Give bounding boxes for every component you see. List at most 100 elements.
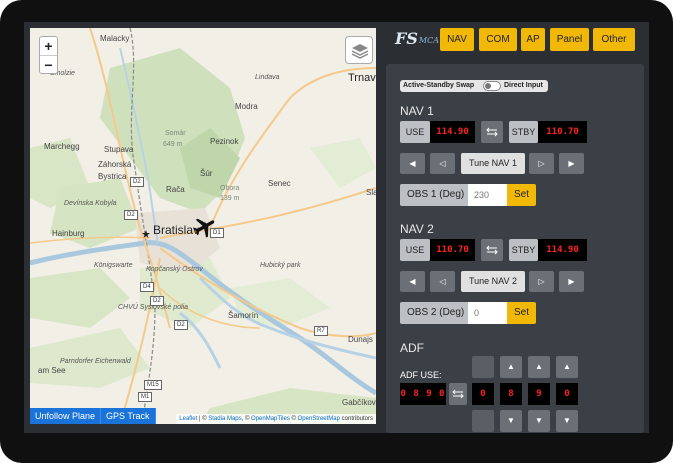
map-label: Kopčanský Ostrov [146,266,203,273]
obs2-set-button[interactable]: Set [507,302,536,324]
gps-track-button[interactable]: GPS Track [101,408,156,424]
map-label: Šamorín [228,311,259,320]
map-label: Stupava [104,145,134,154]
map-label: Rača [166,185,185,194]
road-shield: D2 [150,296,164,306]
tab-nav[interactable]: NAV [440,28,474,51]
map-label: Parndorfer Eichenwald [60,358,131,365]
tune-nav1-button[interactable]: Tune NAV 1 [461,153,525,174]
openmaptiles-link[interactable]: OpenMapTiles [251,416,290,422]
map-label: Modra [235,102,258,111]
triangle-left-outline-icon: ◁ [439,277,446,286]
city-star-icon [142,230,150,238]
adf-swap-button[interactable] [449,383,467,405]
map-label: Šúr [200,169,213,178]
adf-use-label: ADF USE: [400,370,442,380]
map-label: Lindava [255,74,280,81]
obs1-input[interactable] [468,184,507,206]
radio-panel: FSMCA NAV COM AP Panel Other Active-Stan… [383,22,649,433]
map-label: Gabčíkov [342,398,376,407]
map-label: Sla [366,188,376,197]
tab-ap[interactable]: AP [521,28,545,51]
stadia-link[interactable]: Stadia Maps [208,416,241,422]
active-standby-label: Active-Standby Swap [403,82,475,89]
nav1-next-fast-button[interactable]: ▶ [559,153,584,174]
mode-toggle[interactable] [483,81,501,91]
map-label: Senec [268,179,291,188]
nav1-use-label: USE [400,121,430,143]
leaflet-link[interactable]: Leaflet [179,416,197,422]
nav1-prev-button[interactable]: ◁ [430,153,455,174]
swap-arrows-icon [486,127,498,137]
road-shield: D2 [124,210,138,220]
adf-digit2-down-button[interactable]: ▼ [528,410,550,432]
triangle-left-icon: ◀ [409,159,416,168]
adf-digit3-down-button[interactable]: ▼ [556,410,578,432]
nav1-title: NAV 1 [400,104,434,118]
map-label: am See [38,366,66,375]
zoom-in-button[interactable]: + [40,37,57,55]
device-frame: Malacky Trnav Smolzie Lindava Modra Somá… [0,0,673,463]
map-view[interactable]: Malacky Trnav Smolzie Lindava Modra Somá… [30,28,376,424]
triangle-up-icon: ▲ [563,362,571,371]
adf-digit2-up-button[interactable]: ▲ [528,356,550,378]
nav1-stby-display: 110.70 [538,121,587,143]
zoom-out-button[interactable]: − [40,55,57,73]
adf-title: ADF [400,341,424,355]
triangle-up-icon: ▲ [535,362,543,371]
osm-link[interactable]: OpenStreetMap [298,416,340,422]
radio-content: Active-Standby Swap Direct Input NAV 1 U… [386,64,644,433]
nav1-swap-button[interactable] [481,121,503,143]
road-shield: D2 [174,320,188,330]
nav2-swap-button[interactable] [481,239,503,261]
nav2-next-button[interactable]: ▷ [529,271,554,292]
obs2-label: OBS 2 (Deg) [400,302,468,324]
tune-nav2-button[interactable]: Tune NAV 2 [461,271,525,292]
nav2-stby-label: STBY [509,239,538,261]
map-label: Trnav [348,72,376,84]
road-shield: M1 [138,392,153,402]
swap-arrows-icon [452,389,464,399]
tab-panel[interactable]: Panel [550,28,589,51]
nav2-title: NAV 2 [400,222,434,236]
map-label: Somár [165,130,186,137]
layers-icon [351,44,369,59]
nav1-stby-label: STBY [509,121,538,143]
road-shield: R7 [314,326,328,336]
map-label: Hainburg [52,229,85,238]
adf-digit3-up-button[interactable]: ▲ [556,356,578,378]
obs2-input[interactable] [468,302,507,324]
road-shield: D2 [130,177,144,187]
adf-digit1-up-button[interactable]: ▲ [500,356,522,378]
map-label: 139 m [220,195,240,202]
nav2-next-fast-button[interactable]: ▶ [559,271,584,292]
triangle-down-icon: ▼ [563,416,571,425]
tab-other[interactable]: Other [593,28,635,51]
triangle-right-outline-icon: ▷ [538,159,545,168]
adf-digit1-down-button[interactable]: ▼ [500,410,522,432]
logo-sub: MCA [418,36,440,45]
swap-mode-row: Active-Standby Swap Direct Input [400,80,548,92]
nav1-next-button[interactable]: ▷ [529,153,554,174]
map-attribution: Leaflet | © Stadia Maps, © OpenMapTiles … [176,414,376,424]
obs1-set-button[interactable]: Set [507,184,536,206]
top-nav-bar: FSMCA NAV COM AP Panel Other [383,22,649,57]
map-label: Malacky [100,34,130,43]
nav1-prev-fast-button[interactable]: ◀ [400,153,425,174]
layers-button[interactable] [345,36,373,64]
contributors-text: contributors [341,416,373,422]
road-shield: M15 [144,380,162,390]
tab-com[interactable]: COM [479,28,517,51]
adf-use-display: 0 8 9 0 [400,383,446,405]
swap-arrows-icon [486,245,498,255]
map-label: Pezinok [210,137,239,146]
adf-spacer [472,356,494,378]
nav2-prev-fast-button[interactable]: ◀ [400,271,425,292]
triangle-left-outline-icon: ◁ [439,159,446,168]
plane-icon[interactable] [192,214,218,240]
nav1-use-display: 114.90 [430,121,475,143]
map-label: Hubický park [260,262,301,269]
unfollow-plane-button[interactable]: Unfollow Plane [30,408,102,424]
nav2-prev-button[interactable]: ◁ [430,271,455,292]
map-label: Marchegg [44,142,80,151]
